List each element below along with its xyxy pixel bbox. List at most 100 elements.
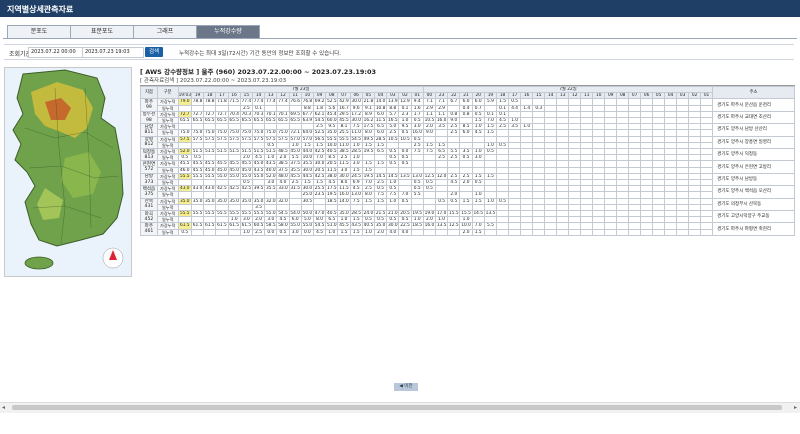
station-cell[interactable]: 남방 373 bbox=[140, 172, 158, 187]
value-cell: 45.5 bbox=[239, 160, 253, 168]
value-cell bbox=[664, 228, 678, 236]
value-cell: 13.9 bbox=[386, 98, 400, 106]
horizontal-scrollbar[interactable]: ◂ ▸ bbox=[0, 402, 800, 413]
value-cell: 48.0 bbox=[276, 172, 290, 181]
value-cell: 51.5 bbox=[215, 148, 229, 156]
value-cell bbox=[688, 228, 702, 236]
value-cell: 43.0 bbox=[190, 185, 205, 193]
value-cell: 4.5 bbox=[312, 228, 327, 236]
header-station: 지점 bbox=[140, 86, 158, 100]
value-cell: 10.0 bbox=[325, 141, 339, 150]
tab-cumulative-precip[interactable]: 누적강수량 bbox=[196, 25, 260, 38]
value-cell: 55.0 bbox=[251, 172, 266, 181]
value-cell: 61.5 bbox=[203, 222, 217, 230]
tab-graph[interactable]: 그래프 bbox=[133, 25, 197, 38]
value-cell: 38.5 bbox=[276, 160, 290, 168]
value-cell: 55.5 bbox=[251, 210, 266, 218]
value-cell: 1.0 bbox=[239, 228, 253, 236]
station-map[interactable] bbox=[4, 67, 132, 277]
value-cell: 51.5 bbox=[239, 148, 253, 156]
address-cell: 경기도 양주시 백석읍 오산리 bbox=[712, 185, 795, 199]
value-cell: 16.5 bbox=[386, 116, 400, 125]
value-cell: 11.5 bbox=[373, 116, 388, 125]
tab-table-distribution[interactable]: 표분포도 bbox=[70, 25, 134, 38]
value-cell bbox=[190, 228, 205, 236]
address-cell: 경기도 양주시 남방 산산리 bbox=[712, 123, 795, 137]
station-cell[interactable]: 동두천 98 bbox=[140, 110, 158, 125]
value-cell: 75.0 bbox=[190, 129, 205, 137]
scroll-right-icon[interactable]: ▸ bbox=[794, 404, 797, 411]
value-cell: 37.5 bbox=[288, 160, 302, 168]
tab-distribution[interactable]: 분포도 bbox=[7, 25, 71, 38]
value-cell: 35.0 bbox=[190, 197, 205, 205]
value-cell: 75.0 bbox=[251, 129, 266, 137]
value-cell: 57.5 bbox=[190, 135, 205, 143]
station-cell[interactable]: 산북 431 bbox=[140, 197, 158, 212]
station-name-line: 375 bbox=[144, 191, 154, 197]
value-cell: 20.5 bbox=[398, 210, 412, 218]
search-button[interactable]: 검색 bbox=[145, 47, 163, 57]
value-cell: 52.0 bbox=[264, 172, 278, 181]
value-cell: 35.0 bbox=[325, 129, 339, 137]
scrollbar-thumb[interactable] bbox=[12, 405, 782, 410]
station-name-line: 572 bbox=[144, 167, 154, 173]
value-cell: 30.0 bbox=[337, 172, 351, 181]
value-cell: 46.0 bbox=[177, 166, 192, 174]
value-cell: 13.5 bbox=[483, 210, 498, 218]
value-cell: 45.0 bbox=[203, 166, 217, 174]
station-name-line: 812 bbox=[144, 142, 154, 148]
value-cell: 17.0 bbox=[435, 210, 449, 218]
value-cell: 67.7 bbox=[300, 110, 314, 119]
address-cell: 경기도 파주시 파평면 축현리 bbox=[712, 222, 795, 236]
station-name-line: 373 bbox=[144, 179, 154, 185]
station-cell[interactable]: 양평 812 bbox=[140, 135, 158, 150]
value-cell: 0.5 bbox=[177, 228, 192, 236]
value-cell: 10.0 bbox=[459, 222, 473, 230]
value-cell bbox=[700, 228, 714, 236]
prev-page-button[interactable]: ◀ 이전 bbox=[394, 383, 418, 391]
value-cell: 35.0 bbox=[251, 197, 266, 205]
station-cell[interactable]: 파주 99 bbox=[140, 98, 158, 112]
value-cell: 50.0 bbox=[300, 210, 314, 218]
app-title: 지역별상세관측자료 bbox=[7, 5, 74, 14]
station-cell[interactable]: 마곡 452 bbox=[140, 210, 158, 224]
value-cell: 35.0 bbox=[177, 197, 192, 205]
station-cell[interactable]: 덕정동 813 bbox=[140, 148, 158, 162]
value-cell: 55.0 bbox=[239, 172, 253, 181]
value-cell: 17.5 bbox=[325, 185, 339, 193]
value-cell: 11.5 bbox=[325, 166, 339, 174]
value-cell: 48.5 bbox=[276, 148, 290, 156]
station-name-line: 461 bbox=[144, 229, 154, 235]
value-cell: 30.0 bbox=[300, 166, 314, 174]
header-type: 구분 bbox=[156, 86, 179, 100]
value-cell: 19.5 bbox=[361, 172, 376, 181]
value-cell bbox=[520, 228, 534, 236]
type-cell: 가강누적 bbox=[156, 98, 179, 106]
station-cell[interactable]: 남양 811 bbox=[140, 123, 158, 137]
precip-table-container[interactable]: 지점 구분 7월 23일 7월 22일 주소 19:03 19 18 17 16 15 14 13 12… bbox=[140, 85, 795, 434]
value-cell: 54.5 bbox=[312, 222, 327, 230]
value-cell: 35.5 bbox=[264, 185, 278, 193]
value-cell bbox=[568, 228, 582, 236]
address-cell: 경기도 파주시 교대면 조산리 bbox=[712, 110, 795, 125]
station-cell[interactable]: 백석읍 375 bbox=[140, 185, 158, 199]
station-cell[interactable]: 은현면 572 bbox=[140, 160, 158, 174]
value-cell: 69.2 bbox=[312, 98, 327, 106]
value-cell: 45.0 bbox=[239, 166, 253, 174]
value-cell: 3.0 bbox=[288, 228, 302, 236]
value-cell: 77.4 bbox=[251, 98, 266, 106]
value-cell: 42.5 bbox=[239, 185, 253, 193]
value-cell: 35.0 bbox=[203, 197, 217, 205]
value-cell: 39.5 bbox=[251, 185, 266, 193]
value-cell: 4.0 bbox=[398, 228, 412, 236]
value-cell: 55.0 bbox=[215, 172, 229, 181]
value-cell: 16.0 bbox=[337, 191, 351, 199]
value-cell: 55.0 bbox=[264, 210, 278, 218]
value-cell: 24.5 bbox=[349, 172, 363, 181]
station-name-line: 452 bbox=[144, 216, 154, 222]
end-date-field[interactable]: 2023.07.23 19:03 bbox=[82, 47, 144, 58]
value-cell: 75.0 bbox=[239, 129, 253, 137]
scroll-left-icon[interactable]: ◂ bbox=[2, 404, 5, 411]
value-cell: 55.5 bbox=[337, 135, 351, 143]
station-cell[interactable]: 파주 461 bbox=[140, 222, 158, 236]
